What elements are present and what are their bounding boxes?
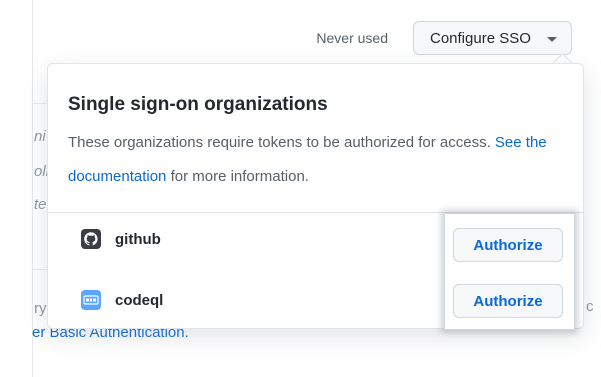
organization-row-codeql: codeql	[81, 285, 163, 315]
authorize-github-button[interactable]: Authorize	[453, 228, 563, 262]
github-octocat-icon	[81, 229, 101, 249]
authorize-highlight: Authorize Authorize	[444, 213, 575, 330]
background-text-fragment: oli	[34, 163, 48, 180]
organization-name: codeql	[115, 291, 164, 309]
codeql-icon	[81, 290, 101, 310]
description-text: These organizations require tokens to be…	[68, 134, 495, 151]
panel-border	[32, 0, 33, 377]
popover-title: Single sign-on organizations	[68, 94, 328, 115]
last-used-status: Never used	[316, 30, 388, 46]
popover-description: These organizations require tokens to be…	[68, 126, 548, 194]
authorize-codeql-button[interactable]: Authorize	[453, 284, 563, 318]
description-text-end: for more information.	[166, 168, 309, 185]
configure-sso-button[interactable]: Configure SSO	[413, 21, 572, 55]
background-text-fragment: te	[34, 196, 47, 213]
organization-row-github: github	[81, 224, 161, 254]
background-text-fragment: ry	[34, 300, 47, 317]
background-text-fragment: ni	[34, 128, 46, 145]
organization-name: github	[115, 230, 161, 248]
background-text-fragment: c	[586, 298, 594, 315]
chevron-down-icon	[547, 37, 557, 42]
configure-sso-label: Configure SSO	[430, 29, 531, 47]
